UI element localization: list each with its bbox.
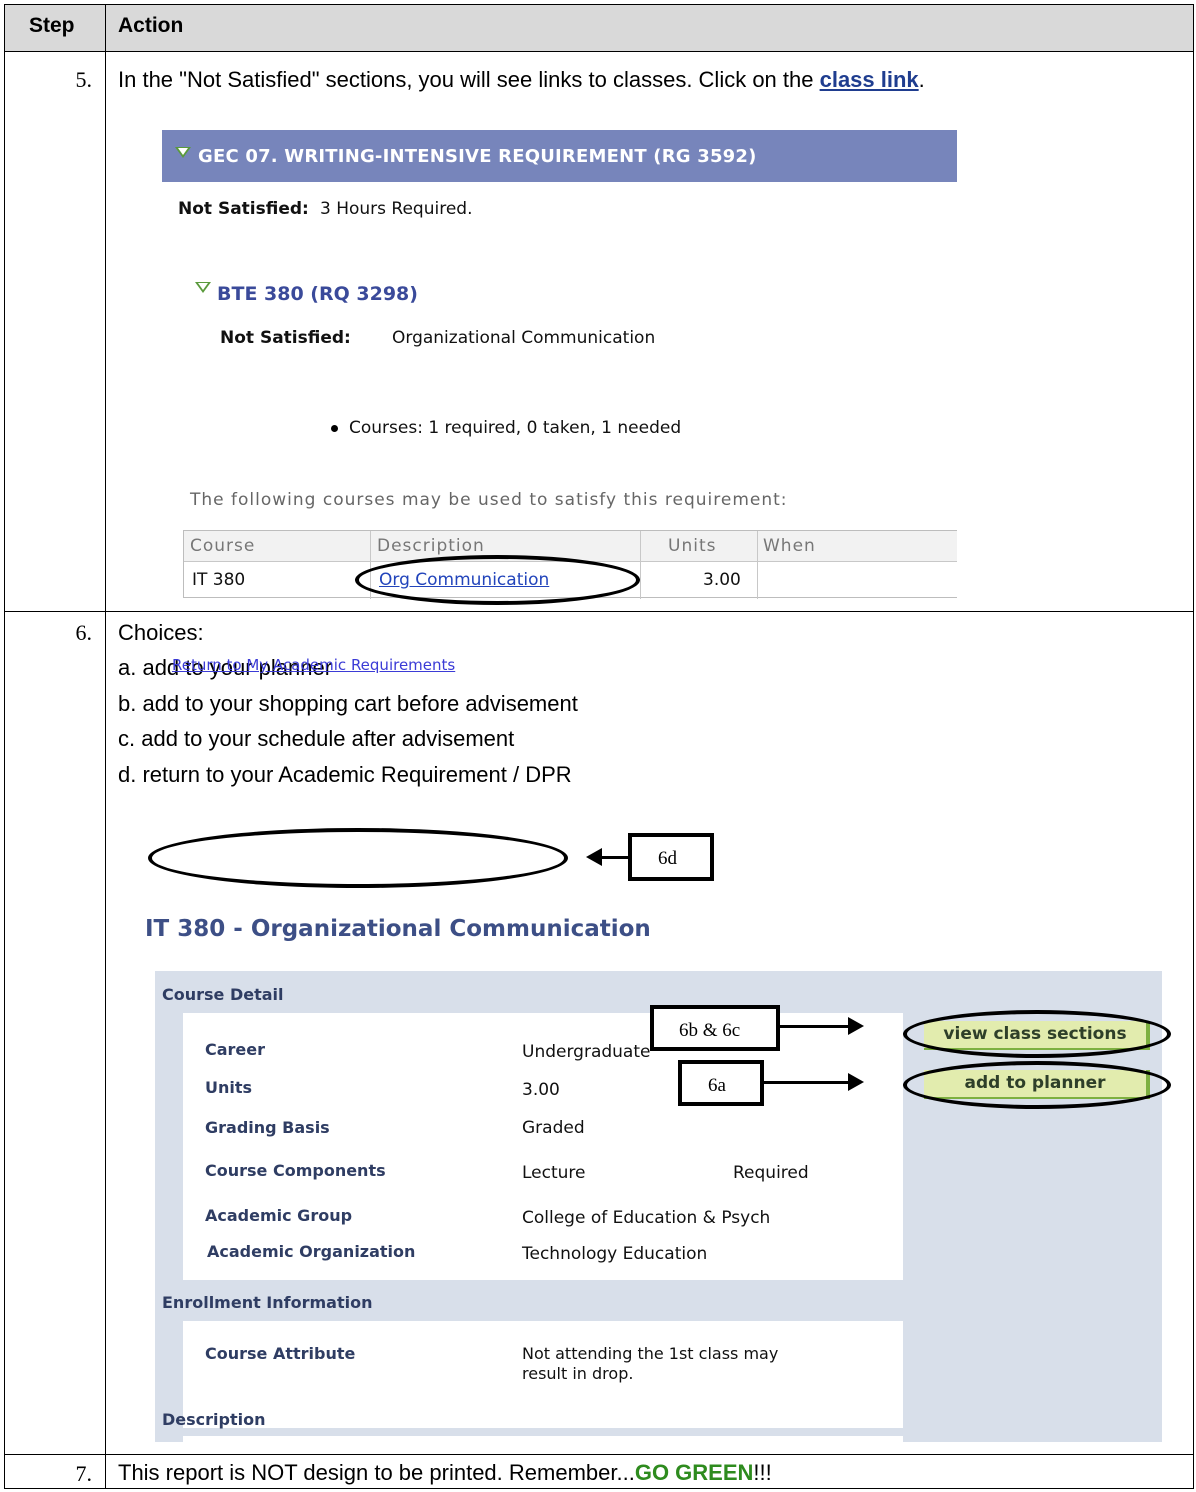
arrow-line [764,1081,850,1084]
expand-triangle-icon[interactable] [175,147,191,158]
value-career: Undergraduate [522,1042,651,1062]
step7-text: This report is NOT design to be printed.… [118,1460,635,1485]
not-satisfied-label: Not Satisfied: [178,199,309,219]
course-table-col-divider [640,531,641,599]
label-course-components: Course Components [205,1161,386,1180]
highlight-ellipse [903,1061,1171,1109]
value-course-attribute-line2: result in drop. [522,1364,634,1383]
label-academic-group: Academic Group [205,1206,353,1225]
label-grading-basis: Grading Basis [205,1118,330,1137]
row-divider-6-7 [4,1454,1194,1455]
header-divider [4,51,1194,52]
value-units: 3.00 [522,1080,560,1100]
choice-b: b. add to your shopping cart before advi… [118,691,578,716]
highlight-ellipse [903,1010,1171,1058]
step7-exclaim: !!! [753,1460,772,1485]
cell-course: IT 380 [192,570,246,590]
callout-6a: 6a [678,1060,764,1106]
callout-6b-6c: 6b & 6c [650,1005,780,1051]
choice-d: d. return to your Academic Requirement /… [118,762,572,787]
value-course-attribute-line1: Not attending the 1st class may [522,1344,779,1363]
col-header-course: Course [190,536,256,556]
step-number-5: 5. [75,67,93,92]
step7-instruction: This report is NOT design to be printed.… [118,1460,772,1486]
callout-6d-label: 6d [658,848,677,869]
return-to-requirements-link[interactable]: Return to My Academic Requirements [172,656,455,674]
label-career: Career [205,1040,266,1059]
course-title: IT 380 - Organizational Communication [145,916,651,942]
courses-note: The following courses may be used to sat… [190,490,788,510]
sub-requirement-title: BTE 380 (RQ 3298) [217,283,418,305]
choice-c: c. add to your schedule after advisement [118,726,515,751]
value-grading-basis: Graded [522,1118,585,1138]
callout-6d: 6d [628,833,714,881]
action-column-header: Action [118,14,184,37]
value-course-components: Lecture [522,1163,586,1183]
enrollment-info-header: Enrollment Information [162,1293,373,1312]
label-units: Units [205,1078,253,1097]
go-green-text: GO GREEN [634,1460,754,1485]
row-divider-5-6 [4,611,1194,612]
arrow-line [780,1025,850,1028]
step5-text-after: . [918,67,925,92]
value-academic-group: College of Education & Psych [522,1208,771,1228]
arrow-line [600,856,628,859]
step-column-header: Step [29,14,75,37]
description-header: Description [162,1410,266,1429]
label-course-attribute: Course Attribute [205,1344,356,1363]
step5-instruction: In the "Not Satisfied" sections, you wil… [118,67,925,93]
col-header-description: Description [377,536,485,556]
expand-triangle-icon[interactable] [195,282,211,293]
arrow-right-icon [848,1073,864,1091]
label-academic-organization: Academic Organization [207,1242,416,1261]
course-detail-header: Course Detail [162,985,284,1004]
step-number-7: 7. [75,1461,93,1486]
sub-not-satisfied-value: Organizational Communication [392,328,656,348]
column-divider [105,4,106,1489]
sub-not-satisfied-label: Not Satisfied: [220,328,351,348]
class-link[interactable]: class link [820,67,919,92]
callout-6a-label: 6a [708,1075,726,1096]
description-box [183,1436,903,1442]
highlight-ellipse [355,555,640,605]
courses-status: Courses: 1 required, 0 taken, 1 needed [349,418,682,438]
highlight-ellipse [148,828,568,888]
col-header-units: Units [668,536,717,556]
choices-label: Choices: [118,620,204,645]
cell-units: 3.00 [703,570,741,590]
step-number-6: 6. [75,620,93,645]
step5-text-before: In the "Not Satisfied" sections, you wil… [118,67,820,92]
requirement-title: GEC 07. WRITING-INTENSIVE REQUIREMENT (R… [198,146,757,167]
col-header-when: When [763,536,816,556]
value-component-required: Required [733,1163,809,1183]
not-satisfied-value: 3 Hours Required. [320,199,473,219]
callout-6b-6c-label: 6b & 6c [679,1020,741,1041]
course-table-col-divider [757,531,758,599]
bullet-icon [331,425,338,432]
value-academic-organization: Technology Education [522,1244,708,1264]
arrow-right-icon [848,1017,864,1035]
